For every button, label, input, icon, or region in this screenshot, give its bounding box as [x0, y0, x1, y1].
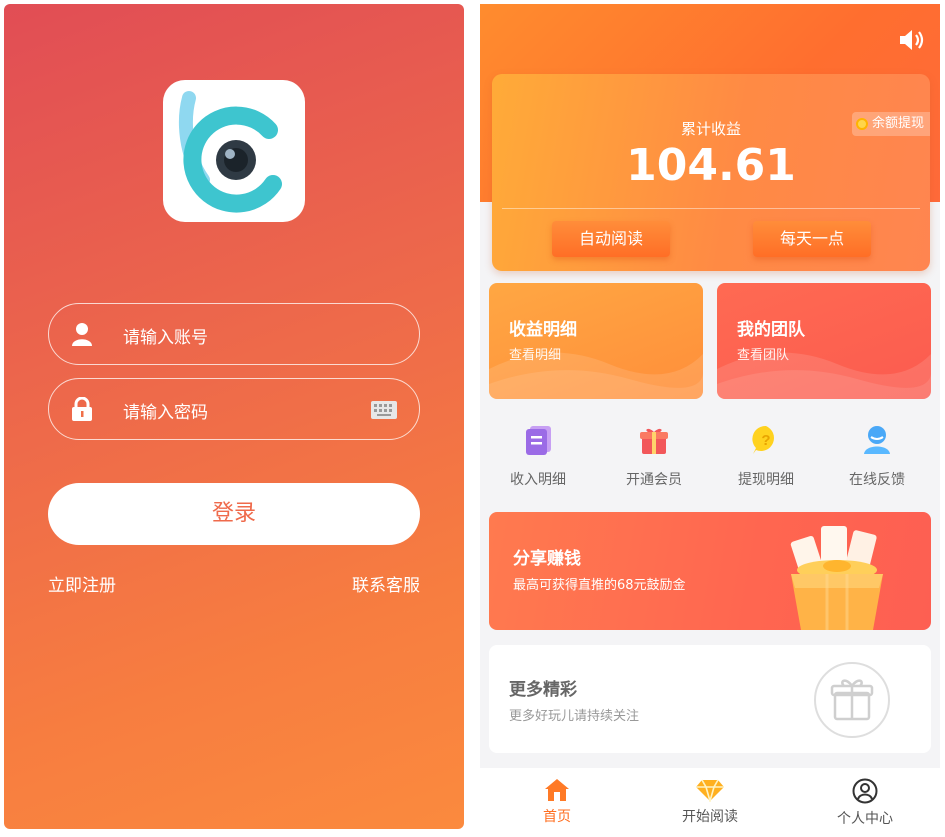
home-screen: 累计收益 104.61 余额提现 自动阅读 每天一点 收益明细 查看明细 我的团 [480, 4, 940, 833]
speaker-icon[interactable] [898, 28, 926, 52]
coin-icon [855, 118, 868, 130]
tab-personal-center[interactable]: 个人中心 [815, 778, 915, 828]
tile-title: 我的团队 [737, 320, 805, 340]
quick-link-income-detail[interactable]: 收入明细 [488, 424, 588, 494]
diamond-icon [696, 779, 724, 802]
daily-button[interactable]: 每天一点 [753, 221, 871, 257]
quick-link-label: 在线反馈 [849, 472, 905, 488]
password-input[interactable]: 请输入密码 [48, 378, 420, 440]
app-logo [163, 80, 305, 222]
login-screen: 请输入账号 请输入密码 登录 立即注册 联系客服 [4, 4, 464, 829]
gift-box-icon [814, 662, 890, 738]
tab-label: 个人中心 [837, 811, 893, 827]
keyboard-icon[interactable] [371, 401, 397, 419]
tab-label: 开始阅读 [682, 809, 738, 825]
share-subtitle: 最高可获得直推的68元鼓励金 [513, 578, 686, 593]
withdraw-balance-button[interactable]: 余额提现 [851, 112, 930, 136]
register-link[interactable]: 立即注册 [48, 571, 116, 596]
my-team-tile[interactable]: 我的团队 查看团队 [717, 283, 931, 399]
user-circle-icon [852, 778, 878, 804]
withdraw-label: 余额提现 [871, 116, 924, 131]
earnings-divider [502, 208, 920, 209]
quick-link-withdraw-detail[interactable]: ? 提现明细 [716, 424, 816, 494]
home-icon [545, 779, 569, 801]
earnings-value: 104.61 [626, 140, 796, 191]
document-icon [526, 426, 551, 455]
tile-title: 收益明细 [509, 320, 577, 340]
tile-subtitle: 查看团队 [737, 348, 790, 363]
screenshot-stage: 请输入账号 请输入密码 登录 立即注册 联系客服 累计收益 104.61 余额提… [0, 0, 945, 837]
red-envelope-coins-icon [790, 526, 883, 630]
income-detail-tile[interactable]: 收益明细 查看明细 [489, 283, 703, 399]
tab-label: 首页 [543, 809, 571, 825]
quick-link-label: 开通会员 [626, 472, 682, 488]
earnings-card: 累计收益 104.61 余额提现 自动阅读 每天一点 [492, 74, 930, 271]
login-button[interactable]: 登录 [48, 483, 420, 545]
quick-link-online-feedback[interactable]: 在线反馈 [827, 424, 927, 494]
share-earn-banner[interactable]: 分享赚钱 最高可获得直推的68元鼓励金 [489, 512, 931, 630]
share-title: 分享赚钱 [513, 549, 581, 569]
auto-read-button[interactable]: 自动阅读 [552, 221, 670, 257]
support-agent-icon [864, 426, 890, 454]
more-content-card[interactable]: 更多精彩 更多好玩儿请持续关注 [489, 645, 931, 753]
tab-start-reading[interactable]: 开始阅读 [660, 778, 760, 826]
contact-service-link[interactable]: 联系客服 [352, 571, 420, 596]
tab-home[interactable]: 首页 [507, 778, 607, 826]
account-placeholder: 请输入账号 [123, 328, 208, 348]
gift-icon [640, 428, 668, 454]
quick-link-label: 提现明细 [738, 472, 794, 488]
tile-subtitle: 查看明细 [509, 348, 562, 363]
lock-icon [72, 397, 92, 421]
bottom-tab-bar: 首页 开始阅读 个人中心 [480, 768, 940, 833]
svg-text:?: ? [761, 432, 770, 449]
more-subtitle: 更多好玩儿请持续关注 [509, 709, 640, 724]
password-placeholder: 请输入密码 [123, 403, 208, 423]
quick-link-label: 收入明细 [510, 472, 566, 488]
more-title: 更多精彩 [509, 680, 577, 700]
question-icon: ? [752, 425, 774, 454]
account-input[interactable]: 请输入账号 [48, 303, 420, 365]
camera-logo-icon [178, 91, 282, 213]
user-icon [72, 323, 92, 346]
quick-link-open-membership[interactable]: 开通会员 [604, 424, 704, 494]
